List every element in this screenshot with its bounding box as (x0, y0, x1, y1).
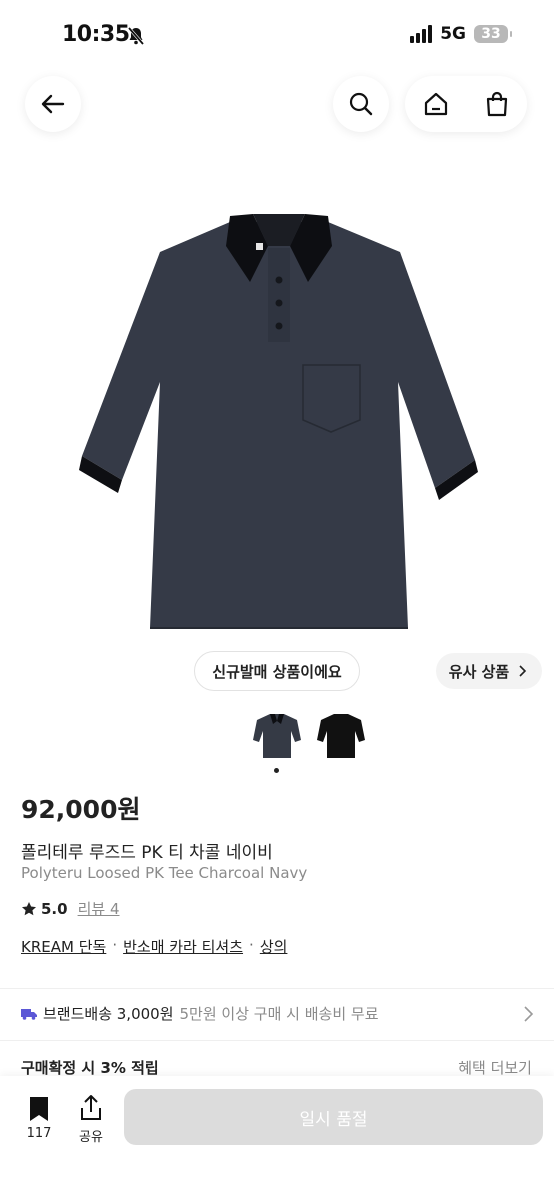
category-tags: KREAM 단독 · 반소매 카라 티셔츠 · 상의 (21, 936, 287, 957)
thumbnail-indicator-dot (274, 768, 279, 773)
delivery-label: 브랜드배송 3,000원 (43, 1005, 174, 1023)
chevron-right-icon (524, 1005, 534, 1022)
rating-row: 5.0 리뷰 4 (21, 898, 120, 919)
color-thumbnail-navy[interactable] (251, 710, 303, 762)
bag-icon (486, 91, 507, 117)
tag-short-sleeve-collar[interactable]: 반소매 카라 티셔츠 (123, 936, 243, 957)
battery-level: 33 (481, 26, 501, 42)
divider (0, 1040, 554, 1041)
network-type: 5G (440, 24, 466, 44)
delivery-note: 5만원 이상 구매 시 배송비 무료 (179, 1005, 379, 1023)
similar-products-button[interactable]: 유사 상품 (436, 653, 542, 689)
benefit-more-link[interactable]: 혜택 더보기 (458, 1057, 532, 1078)
share-label: 공유 (79, 1130, 103, 1145)
bookmark-count: 117 (26, 1126, 52, 1141)
tag-separator: · (249, 936, 254, 954)
chevron-right-icon (519, 665, 527, 677)
back-arrow-icon (41, 94, 65, 114)
rating-score: 5.0 (41, 899, 68, 918)
status-indicators: 5G 33 (410, 24, 512, 44)
bell-slash-icon (126, 26, 146, 50)
product-price: 92,000원 (21, 795, 141, 824)
status-time: 10:35 (62, 22, 130, 47)
home-icon (424, 92, 447, 116)
nav-actions (405, 76, 527, 132)
bookmark-icon (30, 1097, 48, 1121)
back-button[interactable] (25, 76, 81, 132)
truck-icon (21, 1008, 37, 1020)
color-thumbnail-black[interactable] (315, 710, 367, 762)
soldout-button[interactable]: 일시 품절 (124, 1089, 543, 1145)
polo-shirt-image (79, 214, 478, 629)
home-button[interactable] (422, 90, 450, 118)
share-icon (81, 1095, 101, 1120)
points-label: 구매확정 시 3% 적립 (21, 1059, 159, 1077)
bookmark-button[interactable]: 117 (24, 1096, 54, 1141)
new-release-badge: 신규발매 상품이에요 (194, 651, 360, 691)
search-button[interactable] (333, 76, 389, 132)
share-button[interactable]: 공유 (74, 1094, 108, 1145)
bag-button[interactable] (483, 90, 511, 118)
signal-icon (410, 25, 433, 43)
divider (0, 988, 554, 989)
tag-tops[interactable]: 상의 (260, 936, 288, 957)
tag-separator: · (112, 936, 118, 954)
star-icon (22, 901, 36, 915)
delivery-info-row[interactable]: 브랜드배송 3,000원 5만원 이상 구매 시 배송비 무료 (21, 1003, 535, 1024)
product-image[interactable] (0, 150, 554, 690)
search-icon (349, 92, 373, 116)
review-link[interactable]: 리뷰 4 (78, 898, 120, 919)
tag-kream-exclusive[interactable]: KREAM 단독 (21, 936, 106, 957)
battery-icon: 33 (474, 25, 512, 43)
similar-products-label: 유사 상품 (448, 662, 510, 681)
product-name-en: Polyteru Loosed PK Tee Charcoal Navy (21, 864, 308, 882)
product-name-ko: 폴리테루 루즈드 PK 티 차콜 네이비 (21, 843, 273, 863)
